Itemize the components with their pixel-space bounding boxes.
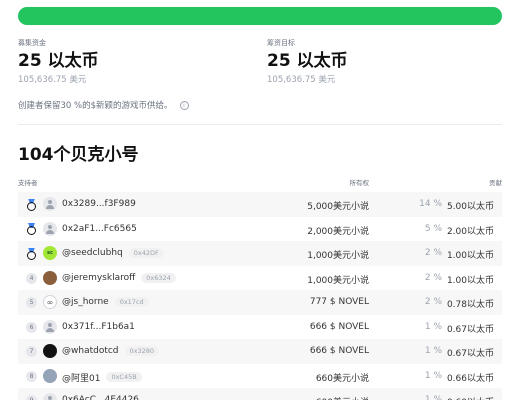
ownership-percent: 1 %: [424, 370, 442, 381]
supporter-name[interactable]: @jeremysklaroff 0x6324: [62, 272, 176, 283]
supporter-name[interactable]: @阿里01 0xC45B: [62, 371, 142, 384]
medal-icon: [25, 223, 38, 236]
divider: [18, 124, 502, 125]
ownership-amount: 1,000美元小说: [307, 251, 369, 261]
goal-label: 筹资目标: [267, 39, 295, 47]
supporter-row[interactable]: 7 @whatdotcd 0x3280 666 $ NOVEL 1 % 0.67以太币: [18, 339, 502, 364]
ownership-percent: 2 %: [424, 272, 442, 283]
address-chip[interactable]: 0x42DF: [128, 248, 164, 258]
user-icon: [43, 221, 57, 236]
dark-avatar: [43, 344, 57, 358]
table-header: 支持者 所有权 贡献: [18, 177, 502, 189]
col-supporter: 支持者: [18, 179, 38, 187]
supporter-name[interactable]: 0x3289...f3F989: [62, 199, 136, 209]
user-icon: [43, 319, 57, 334]
ownership-percent: 1 %: [424, 321, 442, 332]
contribution-amount: 0.60以太币: [447, 395, 494, 400]
supporter-handle[interactable]: @jeremysklaroff: [62, 273, 135, 283]
info-icon[interactable]: i: [179, 100, 189, 110]
raised-label: 募集资金: [18, 39, 46, 47]
rank-icon: 8: [25, 370, 38, 383]
goal-usd: 105,636.75 美元: [267, 75, 336, 85]
supporter-row[interactable]: 9 0x6AcC...4E4426 600美元小说 1 % 0.60以太币: [18, 388, 502, 400]
ownership-amount: 660美元小说: [315, 373, 369, 384]
contribution-amount: 5.00以太币: [446, 202, 494, 212]
funding-progress-bar: [18, 7, 502, 25]
contribution-amount: 2.00以太币: [446, 226, 494, 237]
supporter-name[interactable]: 0x371f...F1b6a1: [62, 322, 135, 332]
ownership-percent: 14 %: [419, 199, 442, 209]
rank-icon: 9: [25, 394, 38, 400]
ownership-percent: 2 %: [424, 297, 442, 307]
supporter-name[interactable]: @whatdotcd 0x3280: [62, 346, 160, 356]
supporters-title: 104个贝克小号: [18, 145, 139, 165]
supporter-name[interactable]: 0x6AcC...4E4426: [62, 395, 139, 400]
supporter-name[interactable]: 0x2aF1...Fc6565: [62, 224, 137, 234]
rank-icon: 6: [25, 321, 38, 334]
supporter-row[interactable]: 5 ∞ @js_horne 0x17cd 777 $ NOVEL 2 % 0.78以太币: [18, 290, 502, 315]
creator-reserve-text: 创建者保留30 %的$新颖的游戏币供给。: [18, 101, 173, 111]
user-icon: [43, 197, 57, 211]
creator-reserve-note: 创建者保留30 %的$新颖的游戏币供给。 i: [18, 99, 189, 111]
raised-amount: 25 以太币: [18, 51, 99, 71]
photo-avatar: [43, 368, 57, 383]
supporter-handle[interactable]: 0x2aF1...Fc6565: [62, 224, 137, 234]
ownership-amount: 5,000美元小说: [307, 202, 369, 212]
address-chip[interactable]: 0x17cd: [114, 297, 149, 307]
ownership-amount: 600美元小说: [316, 395, 369, 400]
contribution-amount: 0.66以太币: [446, 373, 494, 384]
raised-usd: 105,636.75 美元: [18, 75, 87, 85]
contribution-amount: 0.78以太币: [446, 300, 494, 310]
supporter-row[interactable]: 0x3289...f3F989 5,000美元小说 14 % 5.00以太币: [18, 192, 502, 217]
contribution-amount: 1.00以太币: [446, 251, 494, 261]
supporter-row[interactable]: 8 @阿里01 0xC45B 660美元小说 1 % 0.66以太币: [18, 364, 502, 389]
contribution-amount: 1.00以太币: [446, 275, 494, 286]
ownership-percent: 1 %: [424, 346, 442, 356]
supporter-handle[interactable]: 0x6AcC...4E4426: [62, 395, 139, 400]
ownership-percent: 5 %: [424, 223, 442, 234]
supporter-handle[interactable]: @阿里01: [62, 371, 100, 384]
link-avatar: ∞: [43, 295, 57, 309]
col-ownership: 所有权: [349, 179, 370, 187]
contribution-amount: 0.67以太币: [446, 349, 494, 359]
ownership-percent: 2 %: [424, 248, 442, 258]
supporter-handle[interactable]: @seedclubhq: [62, 248, 123, 258]
supporter-row[interactable]: 4 @jeremysklaroff 0x6324 1,000美元小说 2 % 1.00以太…: [18, 266, 502, 291]
goal-amount: 25 以太币: [267, 51, 348, 71]
ownership-amount: 666 $ NOVEL: [309, 346, 369, 356]
address-chip[interactable]: 0xC45B: [106, 372, 142, 382]
supporters-list: 0x3289...f3F989 5,000美元小说 14 % 5.00以太币 0x2aF…: [18, 192, 502, 400]
supporter-row[interactable]: 0x2aF1...Fc6565 2,000美元小说 5 % 2.00以太币: [18, 217, 502, 242]
supporter-name[interactable]: @js_horne 0x17cd: [62, 297, 149, 307]
ownership-amount: 2,000美元小说: [307, 226, 369, 237]
rank-icon: 7: [25, 345, 38, 358]
photo-avatar: [43, 270, 57, 285]
medal-icon: [25, 198, 38, 211]
supporter-handle[interactable]: @js_horne: [62, 297, 109, 307]
medal-icon: [25, 247, 38, 260]
supporter-handle[interactable]: 0x3289...f3F989: [62, 199, 136, 209]
ownership-percent: 1 %: [424, 395, 442, 400]
rank-icon: 4: [25, 272, 38, 285]
address-chip[interactable]: 0x3280: [124, 346, 160, 356]
raised-stat: 募集资金 25 以太币 105,636.75 美元: [18, 38, 99, 85]
supporter-row[interactable]: sc @seedclubhq 0x42DF 1,000美元小说 2 % 1.00以太币: [18, 241, 502, 266]
supporter-row[interactable]: 6 0x371f...F1b6a1 666 $ NOVEL 1 % 0.67以太币: [18, 315, 502, 340]
supporter-handle[interactable]: @whatdotcd: [62, 346, 119, 356]
supporter-handle[interactable]: 0x371f...F1b6a1: [62, 322, 135, 332]
goal-stat: 筹资目标 25 以太币 105,636.75 美元: [267, 38, 348, 85]
address-chip[interactable]: 0x6324: [141, 272, 176, 283]
ownership-amount: 666 $ NOVEL: [309, 321, 369, 332]
seedclub-avatar: sc: [43, 246, 57, 260]
col-contribution: 贡献: [489, 179, 502, 187]
ownership-amount: 777 $ NOVEL: [309, 297, 369, 307]
supporter-name[interactable]: @seedclubhq 0x42DF: [62, 248, 164, 258]
contribution-amount: 0.67以太币: [446, 324, 494, 335]
ownership-amount: 1,000美元小说: [307, 275, 369, 286]
rank-icon: 5: [25, 296, 38, 309]
user-icon: [43, 393, 57, 400]
